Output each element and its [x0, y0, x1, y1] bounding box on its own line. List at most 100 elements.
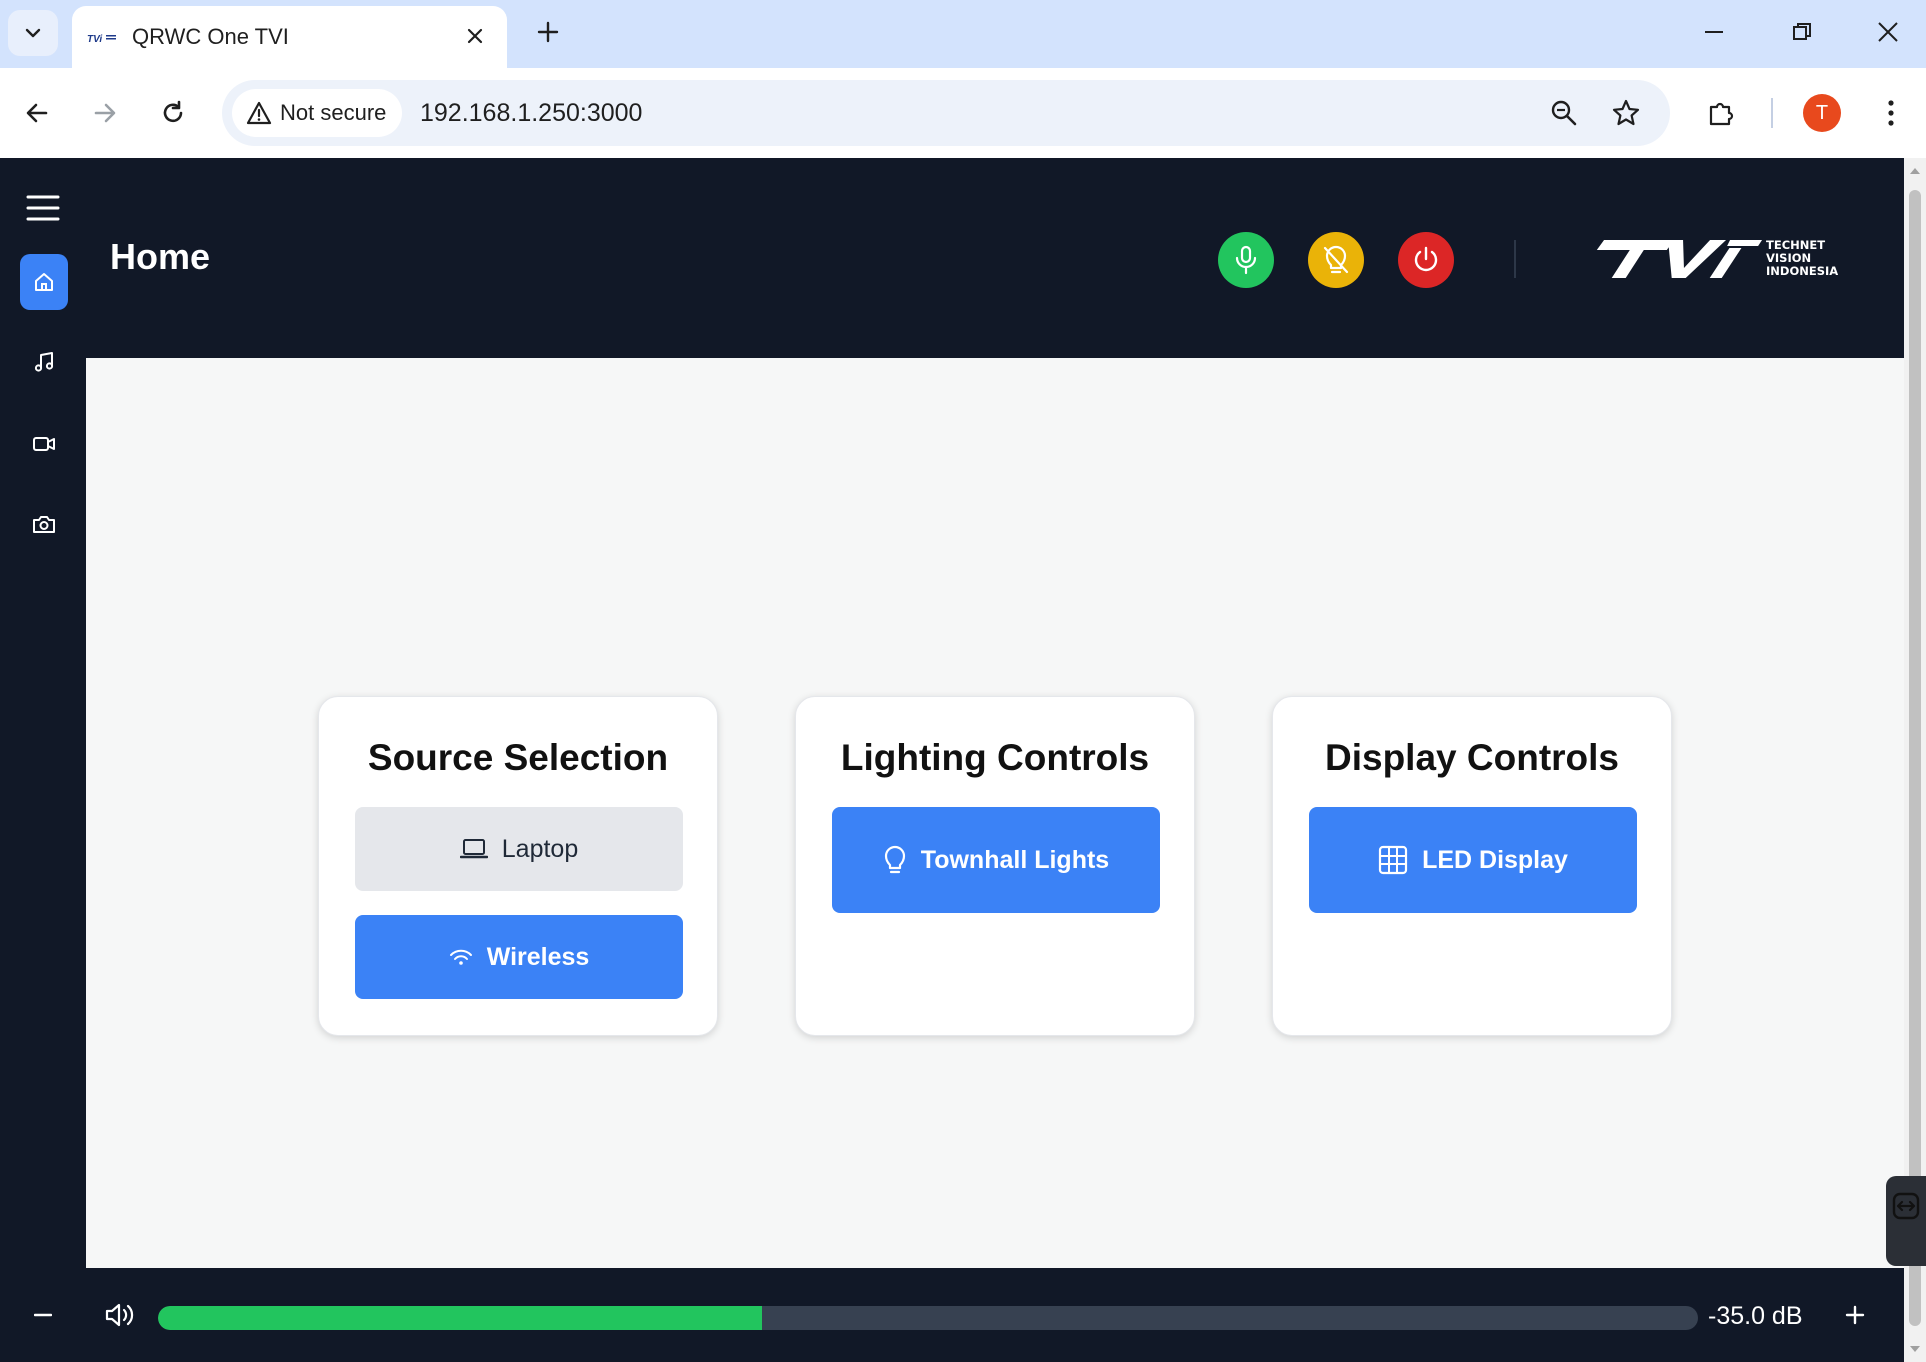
header-divider — [1514, 240, 1516, 278]
wireless-source-button[interactable]: Wireless — [355, 915, 683, 999]
laptop-icon — [459, 839, 488, 859]
page-title: Home — [110, 236, 211, 277]
volume-down-button[interactable] — [26, 1298, 60, 1332]
star-icon — [1612, 99, 1640, 126]
site-favicon-icon: TVi — [87, 34, 116, 45]
warning-icon — [246, 101, 272, 125]
close-icon — [467, 28, 483, 44]
grid-icon — [1378, 845, 1408, 875]
browser-menu-button[interactable] — [1868, 90, 1914, 136]
townhall-lights-label: Townhall Lights — [920, 845, 1110, 874]
menu-icon — [26, 195, 60, 221]
lighting-controls-card: Lighting Controls Townhall Lights — [795, 696, 1195, 1036]
laptop-source-button[interactable]: Laptop — [355, 807, 683, 891]
display-controls-card: Display Controls LED Display — [1272, 696, 1672, 1036]
svg-text:TVi: TVi — [87, 34, 102, 45]
minimize-button[interactable] — [1692, 12, 1736, 52]
security-label: Not secure — [280, 100, 387, 125]
volume-slider[interactable] — [158, 1306, 1698, 1330]
power-button[interactable] — [1398, 232, 1454, 288]
card-title: Source Selection — [367, 737, 669, 778]
volume-bar: -35.0 dB — [0, 1268, 1904, 1362]
sidebar-item-home[interactable] — [20, 254, 68, 310]
scrollbar-thumb[interactable] — [1909, 190, 1921, 1326]
laptop-label: Laptop — [501, 834, 579, 863]
back-button[interactable] — [14, 90, 60, 136]
svg-text:INDONESIA: INDONESIA — [1766, 264, 1838, 278]
minimize-icon — [1705, 31, 1723, 33]
svg-text:VISION: VISION — [1766, 251, 1811, 265]
wifi-icon — [449, 949, 472, 965]
music-icon — [34, 352, 54, 372]
tvi-logo: TECHNET VISION INDONESIA — [1596, 238, 1838, 278]
toolbar-divider — [1771, 98, 1773, 128]
address-bar[interactable]: Not secure 192.168.1.250:3000 — [222, 80, 1670, 146]
new-tab-button[interactable] — [530, 14, 566, 50]
chevron-down-icon — [25, 28, 41, 38]
scroll-up-arrow[interactable] — [1908, 164, 1922, 178]
townhall-lights-button[interactable]: Townhall Lights — [832, 807, 1160, 913]
led-display-button[interactable]: LED Display — [1309, 807, 1637, 913]
hamburger-menu-button[interactable] — [20, 188, 66, 228]
sidebar-item-audio[interactable] — [20, 334, 68, 390]
extensions-button[interactable] — [1698, 90, 1744, 136]
volume-slider-fill — [158, 1306, 762, 1330]
arrow-left-icon — [26, 103, 48, 123]
sidebar-item-camera[interactable] — [20, 496, 68, 552]
sidebar — [0, 158, 86, 1362]
triangle-down-icon — [1910, 1346, 1920, 1352]
arrow-right-icon — [94, 103, 116, 123]
volume-up-button[interactable] — [1838, 1298, 1872, 1332]
page-header: Home TECHNET VISION INDONESIA — [86, 158, 1904, 358]
forward-button[interactable] — [82, 90, 128, 136]
minus-icon — [34, 1313, 52, 1317]
browser-tab-strip: TVi QRWC One TVI — [0, 0, 1926, 68]
restore-icon — [1793, 23, 1811, 40]
main-content: Source Selection Laptop Wireless Lightin… — [86, 358, 1904, 1268]
zoom-out-icon — [1551, 100, 1577, 126]
card-title: Lighting Controls — [840, 737, 1150, 778]
mic-icon — [1235, 245, 1257, 275]
remote-support-widget[interactable] — [1886, 1176, 1926, 1266]
more-vertical-icon — [1888, 100, 1894, 126]
power-icon — [1414, 246, 1438, 272]
led-display-label: LED Display — [1422, 845, 1568, 874]
puzzle-icon — [1709, 102, 1734, 126]
close-icon — [1878, 22, 1898, 42]
video-icon — [33, 437, 55, 451]
mute-toggle-button[interactable] — [100, 1296, 140, 1334]
scroll-down-arrow[interactable] — [1908, 1342, 1922, 1356]
zoom-button[interactable] — [1544, 93, 1584, 133]
tab-search-button[interactable] — [8, 10, 58, 56]
mic-button[interactable] — [1218, 232, 1274, 288]
svg-text:TECHNET: TECHNET — [1766, 238, 1825, 252]
restore-button[interactable] — [1780, 12, 1824, 52]
url-text[interactable]: 192.168.1.250:3000 — [420, 99, 642, 128]
home-icon — [35, 273, 53, 291]
bookmark-button[interactable] — [1606, 93, 1646, 133]
close-window-button[interactable] — [1866, 12, 1910, 52]
volume-level-text: -35.0 dB — [1708, 1302, 1803, 1330]
tab-title: QRWC One TVI — [132, 24, 289, 49]
profile-avatar[interactable]: T — [1803, 94, 1841, 132]
reload-icon — [163, 100, 183, 123]
plus-icon — [1845, 1305, 1865, 1325]
sidebar-item-video[interactable] — [20, 416, 68, 472]
triangle-up-icon — [1910, 168, 1920, 174]
browser-tab[interactable]: TVi QRWC One TVI — [72, 6, 507, 68]
web-page: Home TECHNET VISION INDONESIA Source Sel… — [0, 158, 1904, 1362]
lights-off-button[interactable] — [1308, 232, 1364, 288]
source-selection-card: Source Selection Laptop Wireless — [318, 696, 718, 1036]
plus-icon — [537, 21, 559, 43]
card-title: Display Controls — [1325, 737, 1619, 778]
tab-close-button[interactable] — [461, 22, 489, 50]
light-off-icon — [1323, 245, 1349, 274]
speaker-icon — [105, 1303, 134, 1327]
reload-button[interactable] — [150, 90, 196, 136]
remote-control-icon — [1892, 1192, 1920, 1220]
lightbulb-icon — [884, 845, 905, 874]
browser-toolbar: Not secure 192.168.1.250:3000 — [0, 68, 1926, 158]
security-indicator[interactable]: Not secure — [232, 89, 403, 137]
camera-icon — [33, 516, 55, 533]
wireless-label: Wireless — [486, 942, 590, 971]
